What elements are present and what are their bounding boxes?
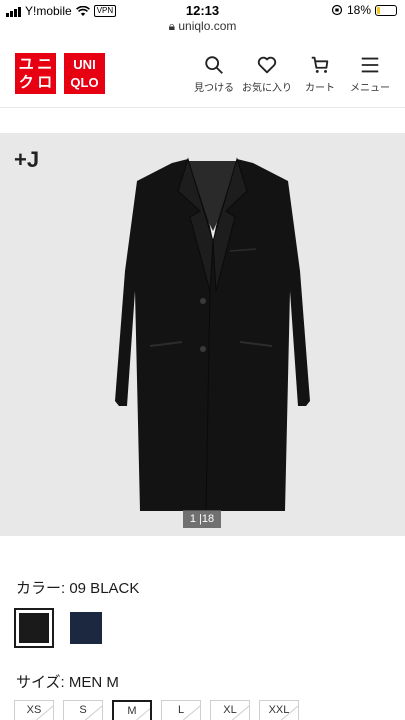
logo-char: ロ [37, 74, 53, 92]
nav-menu-label: メニュー [350, 83, 390, 94]
logo-char: ニ [37, 55, 53, 73]
nav-cart-label: カート [305, 83, 335, 94]
size-option-s[interactable]: S [63, 700, 103, 720]
heart-icon [257, 56, 277, 74]
address-url: uniqlo.com [178, 19, 237, 33]
orientation-lock-icon [331, 4, 343, 16]
nav-menu[interactable]: メニュー [345, 54, 395, 94]
product-image-coat [115, 157, 310, 512]
battery-icon [375, 4, 397, 16]
header-spacer [0, 109, 405, 133]
image-counter: 1 |18 [183, 510, 221, 528]
image-counter-total: 18 [201, 513, 215, 525]
size-text: XL [223, 704, 237, 716]
size-option-l[interactable]: L [161, 700, 201, 720]
product-image-carousel[interactable]: +J 1 |18 [0, 133, 405, 536]
logo-char: ユ [18, 55, 34, 73]
uniqlo-logo[interactable]: ユ ニ ク ロ UNI QLO [15, 53, 105, 94]
logo-latin: UNI QLO [64, 53, 105, 94]
nav-favorites-label: お気に入り [242, 83, 292, 94]
size-option-xl[interactable]: XL [210, 700, 250, 720]
logo-char: ク [18, 74, 34, 92]
site-header: ユ ニ ク ロ UNI QLO 見つける お気に入り カート メニュー [0, 40, 405, 108]
size-option-m[interactable]: M [112, 700, 152, 720]
plus-j-badge: +J [14, 147, 40, 172]
logo-katakana: ユ ニ ク ロ [15, 53, 56, 94]
lock-icon: 🔒︎ [168, 19, 175, 33]
nav-search[interactable]: 見つける [189, 54, 239, 94]
logo-text: UNI [73, 56, 96, 72]
status-right: 18% [331, 3, 397, 17]
color-swatch-navy[interactable] [66, 608, 106, 648]
header-nav: 見つける お気に入り カート メニュー [189, 54, 395, 94]
size-text: S [79, 704, 87, 716]
battery-percent: 18% [346, 3, 371, 17]
size-option-xxl[interactable]: XXL [259, 700, 299, 720]
nav-favorites[interactable]: お気に入り [239, 54, 295, 94]
logo-text: QLO [70, 75, 99, 91]
size-options: XS S M L XL XXL [14, 700, 299, 720]
size-label: サイズ: MEN M [16, 674, 119, 691]
image-counter-current: 1 [189, 513, 196, 525]
color-swatches [14, 608, 106, 648]
nav-cart[interactable]: カート [295, 54, 345, 94]
cart-icon [311, 56, 329, 73]
search-icon [205, 56, 223, 74]
color-chip-navy [70, 612, 102, 644]
menu-icon [361, 57, 379, 73]
color-chip-black [19, 613, 49, 643]
size-option-xs[interactable]: XS [14, 700, 54, 720]
color-swatch-black[interactable] [14, 608, 54, 648]
size-text: M [127, 705, 137, 717]
size-text: L [177, 704, 185, 716]
nav-search-label: 見つける [194, 83, 234, 94]
size-text: XS [26, 704, 42, 716]
color-label: カラー: 09 BLACK [16, 580, 140, 597]
address-bar[interactable]: 🔒︎ uniqlo.com [0, 19, 405, 34]
